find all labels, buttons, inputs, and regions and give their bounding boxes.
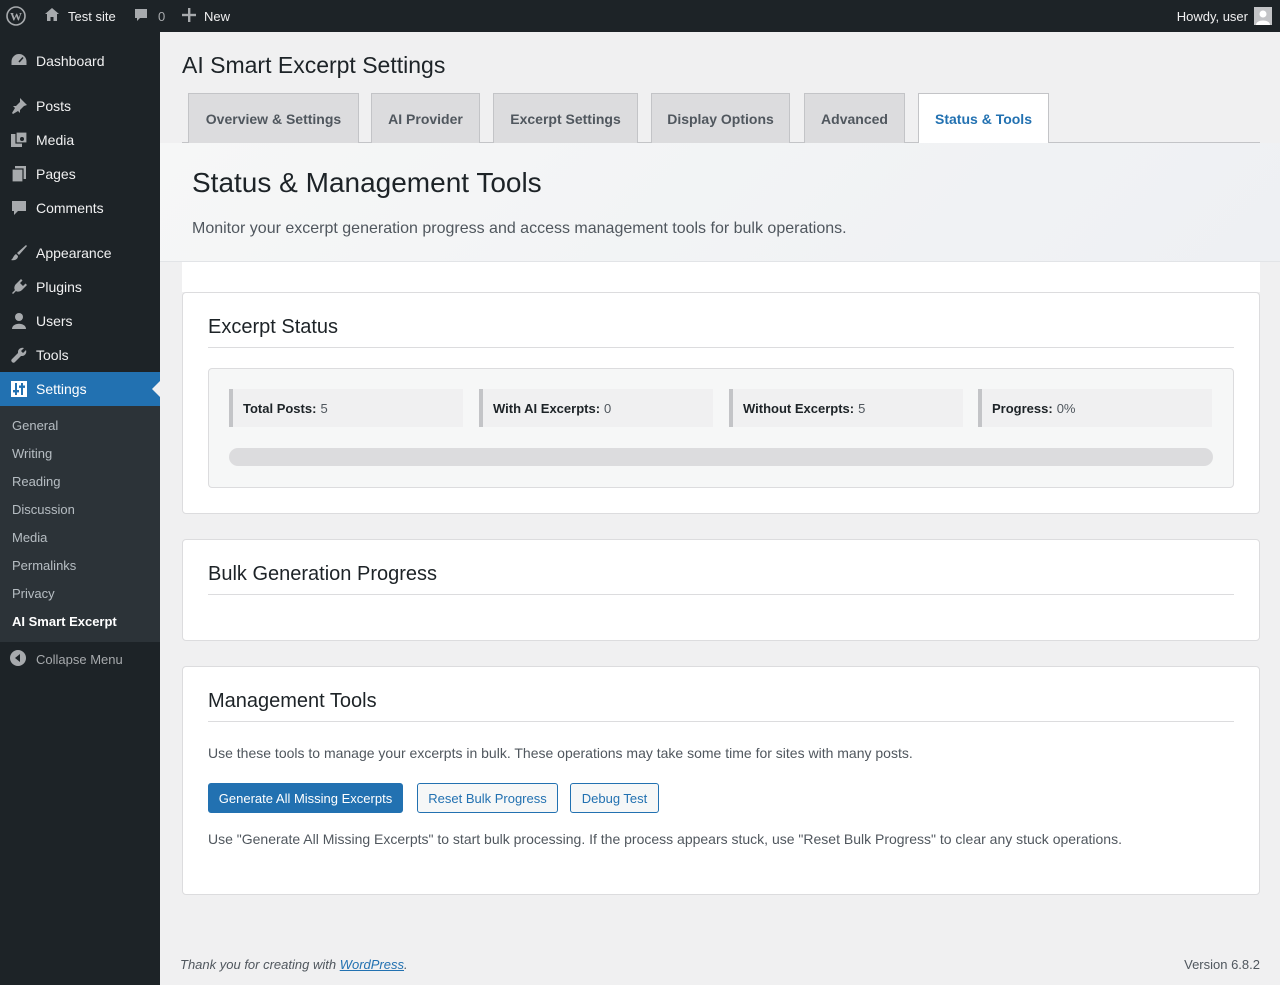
sidebar-item-users[interactable]: Users — [0, 304, 160, 338]
hero-spacer — [182, 262, 1260, 292]
collapse-menu-button[interactable]: Collapse Menu — [0, 642, 160, 676]
plug-icon — [9, 277, 29, 297]
footer-version: Version 6.8.2 — [1184, 957, 1260, 972]
submenu-ai-smart-excerpt[interactable]: AI Smart Excerpt — [12, 614, 117, 629]
divider — [208, 594, 1234, 595]
hero-banner: Status & Management Tools Monitor your e… — [160, 143, 1280, 262]
bulk-progress-card: Bulk Generation Progress — [182, 539, 1260, 641]
media-icon — [9, 130, 29, 150]
svg-text:W: W — [10, 10, 22, 24]
new-label: New — [204, 8, 231, 24]
page-title: AI Smart Excerpt Settings — [182, 52, 446, 78]
home-icon — [44, 7, 60, 26]
pin-icon — [9, 96, 29, 116]
avatar — [1254, 7, 1272, 25]
reset-bulk-progress-button[interactable]: Reset Bulk Progress — [417, 783, 558, 813]
management-help: Use "Generate All Missing Excerpts" to s… — [208, 831, 1122, 847]
generate-all-missing-excerpts-button[interactable]: Generate All Missing Excerpts — [208, 783, 403, 813]
debug-test-button[interactable]: Debug Test — [570, 783, 659, 813]
bulk-progress-title: Bulk Generation Progress — [208, 563, 438, 585]
submenu-reading[interactable]: Reading — [12, 474, 60, 489]
new-content-link[interactable]: New — [182, 0, 230, 32]
dashboard-icon — [9, 51, 29, 71]
sidebar-item-appearance[interactable]: Appearance — [0, 236, 160, 270]
stat-with-ai-excerpts: With AI Excerpts: 0 — [479, 389, 713, 427]
submenu-permalinks[interactable]: Permalinks — [12, 558, 76, 573]
comments-link[interactable]: 0 — [133, 0, 165, 32]
wrench-icon — [9, 345, 29, 365]
tab-advanced[interactable]: Advanced — [804, 93, 905, 143]
collapse-arrow-icon — [9, 649, 27, 670]
tab-ai-provider[interactable]: AI Provider — [371, 93, 480, 143]
management-tools-title: Management Tools — [208, 690, 377, 712]
tab-display-options[interactable]: Display Options — [651, 93, 790, 143]
comment-bubble-icon — [133, 7, 149, 26]
sidebar-item-pages[interactable]: Pages — [0, 157, 160, 191]
stat-progress: Progress: 0% — [978, 389, 1212, 427]
management-tools-card: Management Tools Use these tools to mana… — [182, 666, 1260, 895]
excerpt-status-card: Excerpt Status Total Posts: 5 With AI Exc… — [182, 292, 1260, 514]
divider — [208, 347, 1234, 348]
sidebar-item-tools[interactable]: Tools — [0, 338, 160, 372]
comments-count: 0 — [158, 8, 166, 24]
settings-submenu: General Writing Reading Discussion Media… — [0, 406, 160, 642]
stats-box: Total Posts: 5 With AI Excerpts: 0 Without… — [208, 368, 1234, 488]
management-intro: Use these tools to manage your excerpts … — [208, 745, 913, 761]
wordpress-link[interactable]: WordPress — [340, 957, 404, 972]
stat-without-excerpts: Without Excerpts: 5 — [729, 389, 963, 427]
submenu-writing[interactable]: Writing — [12, 446, 52, 461]
plus-icon — [182, 7, 196, 25]
brush-icon — [9, 243, 29, 263]
admin-bar: W Test site 0 New Howdy, user — [0, 0, 1280, 32]
tab-overview-settings[interactable]: Overview & Settings — [188, 93, 359, 143]
user-account-menu[interactable]: Howdy, user — [1177, 0, 1272, 32]
wordpress-logo-icon[interactable]: W — [6, 0, 28, 32]
sidebar-item-posts[interactable]: Posts — [0, 89, 160, 123]
tab-excerpt-settings[interactable]: Excerpt Settings — [493, 93, 638, 143]
main-content: AI Smart Excerpt Settings Overview & Set… — [160, 32, 1280, 985]
pages-icon — [9, 164, 29, 184]
user-icon — [9, 311, 29, 331]
admin-sidebar: Dashboard Posts Media Pages Comments App… — [0, 32, 160, 985]
stat-total-posts: Total Posts: 5 — [229, 389, 463, 427]
tab-status-tools[interactable]: Status & Tools — [918, 93, 1049, 144]
footer-thanks: Thank you for creating with WordPress. — [180, 957, 408, 972]
sidebar-item-plugins[interactable]: Plugins — [0, 270, 160, 304]
hero-subtitle: Monitor your excerpt generation progress… — [192, 220, 847, 237]
submenu-media[interactable]: Media — [12, 530, 47, 545]
hero-title: Status & Management Tools — [192, 167, 542, 198]
sidebar-item-dashboard[interactable]: Dashboard — [0, 44, 160, 78]
settings-icon — [9, 379, 29, 399]
sidebar-item-media[interactable]: Media — [0, 123, 160, 157]
submenu-privacy[interactable]: Privacy — [12, 586, 55, 601]
excerpt-status-title: Excerpt Status — [208, 316, 339, 338]
site-name-link[interactable]: Test site — [44, 0, 116, 32]
sidebar-item-comments[interactable]: Comments — [0, 191, 160, 225]
divider — [208, 721, 1234, 722]
howdy-text: Howdy, user — [1176, 8, 1248, 24]
site-name: Test site — [68, 8, 116, 24]
submenu-general[interactable]: General — [12, 418, 58, 433]
progress-bar — [229, 448, 1213, 466]
settings-tabs: Overview & Settings AI Provider Excerpt … — [182, 93, 1260, 144]
submenu-discussion[interactable]: Discussion — [12, 502, 75, 517]
sidebar-item-settings[interactable]: Settings — [0, 372, 160, 406]
comment-icon — [9, 198, 29, 218]
